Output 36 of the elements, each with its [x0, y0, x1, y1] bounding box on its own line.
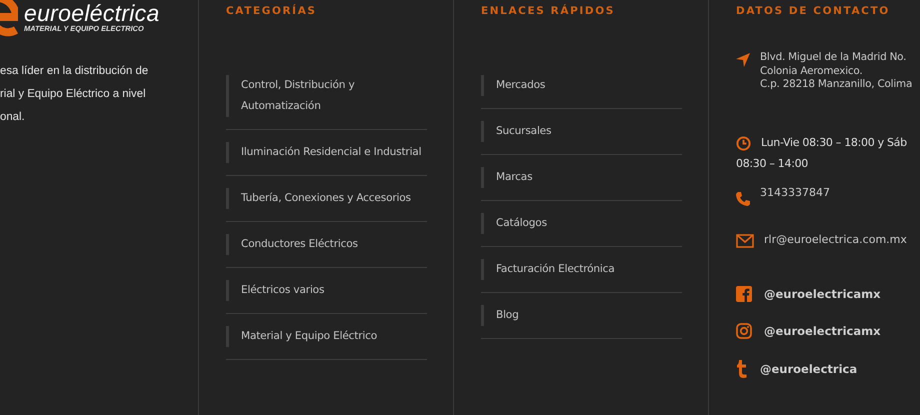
- phone-icon: [736, 192, 750, 206]
- menu-link[interactable]: Eléctricos varios: [226, 280, 427, 301]
- social-link[interactable]: @euroelectrica: [760, 362, 858, 376]
- facebook-icon: [736, 286, 752, 302]
- intro-text: onal.: [0, 110, 26, 125]
- email-link[interactable]: rlr@euroelectrica.com.mx: [764, 233, 907, 246]
- column-heading: DATOS DE CONTACTO: [736, 5, 891, 17]
- address-text: C.p. 28218 Manzanillo, Colima: [760, 78, 912, 92]
- column-heading: ENLACES RÁPIDOS: [481, 5, 616, 17]
- menu-link[interactable]: Marcas: [481, 167, 682, 188]
- menu-link[interactable]: Facturación Electrónica: [481, 259, 682, 280]
- menu-link[interactable]: Sucursales: [481, 121, 682, 142]
- hours-text: 08:30 – 14:00: [736, 156, 809, 172]
- brand-name: euroeléctrica: [24, 2, 160, 24]
- menu-link[interactable]: Control, Distribución y Automatización: [226, 75, 427, 117]
- intro-text: rial y Equipo Eléctrico a nivel: [0, 87, 147, 102]
- address-text: Colonia Aeromexico.: [760, 64, 864, 78]
- menu-link[interactable]: Mercados: [481, 75, 682, 96]
- menu-link[interactable]: Conductores Eléctricos: [226, 234, 427, 255]
- phone-number: 3143337847: [760, 186, 830, 198]
- menu-link[interactable]: Iluminación Residencial e Industrial: [226, 142, 427, 163]
- social-link[interactable]: @euroelectricamx: [764, 324, 881, 338]
- hours-text: Lun-Vie 08:30 – 18:00 y Sáb: [761, 134, 907, 150]
- address-text: Blvd. Miguel de la Madrid No.: [760, 51, 908, 64]
- menu-link[interactable]: Tubería, Conexiones y Accesorios: [226, 188, 427, 209]
- menu-link[interactable]: Material y Equipo Eléctrico: [226, 326, 427, 347]
- envelope-icon: [736, 234, 754, 248]
- menu-link[interactable]: Blog: [481, 305, 682, 326]
- instagram-icon: [736, 322, 752, 338]
- intro-text: esa líder en la distribución de: [0, 64, 150, 79]
- social-link[interactable]: @euroelectricamx: [764, 286, 881, 300]
- location-arrow-icon: [736, 53, 750, 67]
- clock-icon: [736, 136, 751, 150]
- tumblr-icon: [736, 360, 748, 378]
- column-heading: CATEGORÍAS: [226, 5, 318, 17]
- menu-link[interactable]: Catálogos: [481, 213, 682, 234]
